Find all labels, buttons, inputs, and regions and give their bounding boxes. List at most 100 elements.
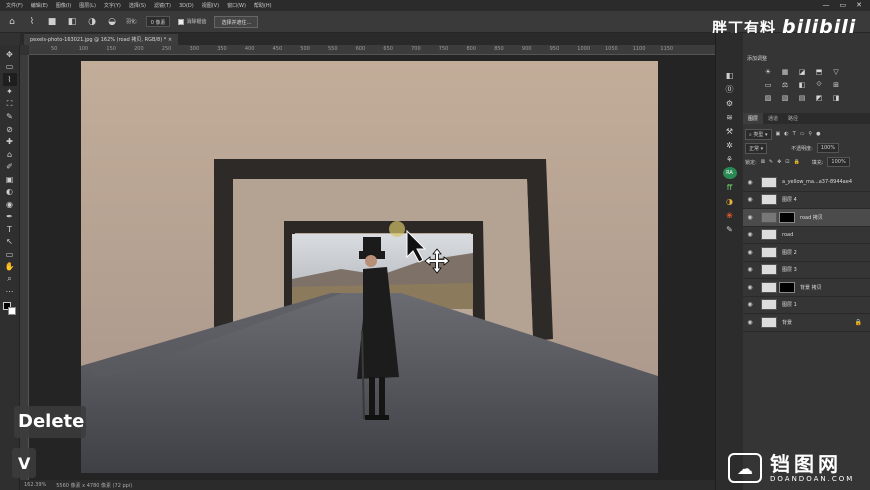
background-color[interactable] xyxy=(7,307,16,315)
home-icon[interactable]: ⌂ xyxy=(6,16,18,28)
adjustment-icon[interactable]: ▽ xyxy=(831,67,841,76)
filter-type-icon[interactable]: T xyxy=(793,131,796,137)
menu-item[interactable]: 视图(V) xyxy=(202,2,219,9)
visibility-eye-icon[interactable]: ◉ xyxy=(745,249,755,256)
zoom-level[interactable]: 162.39% xyxy=(24,482,46,488)
adjustment-icon[interactable]: ⟐ xyxy=(814,80,824,89)
brush-tool-icon[interactable]: ⌂ xyxy=(3,148,17,161)
filter-toggle-icon[interactable]: ● xyxy=(816,131,820,137)
layer-name[interactable]: 背景 拷贝 xyxy=(800,284,822,291)
layer-thumbnail[interactable] xyxy=(761,281,777,293)
layer-name[interactable]: 图层 1 xyxy=(782,301,797,308)
frame-tool-icon[interactable]: ✎ xyxy=(3,111,17,124)
intersect-selection-icon[interactable]: ◒ xyxy=(106,16,118,28)
blur-tool-icon[interactable]: ✒ xyxy=(3,211,17,224)
adjustment-icon[interactable]: ▦ xyxy=(780,67,790,76)
layer-row[interactable]: ◉ 图层 3 xyxy=(743,262,870,279)
menu-item[interactable]: 文字(Y) xyxy=(104,2,121,9)
tab-layers[interactable]: 图层 xyxy=(743,113,764,124)
layer-thumbnail[interactable] xyxy=(761,264,777,276)
layer-name[interactable]: 图层 2 xyxy=(782,249,797,256)
adjustment-icon[interactable]: ☀ xyxy=(763,67,773,76)
dock-panel-icon[interactable]: ⚒ xyxy=(723,125,737,137)
new-selection-icon[interactable]: ■ xyxy=(46,16,58,28)
visibility-eye-icon[interactable]: ◉ xyxy=(745,214,755,221)
layer-filter-select[interactable]: ⌕ 类型 ▾ xyxy=(745,128,772,140)
layer-row[interactable]: ◉ 背景 🔒 xyxy=(743,314,870,332)
layer-thumbnail[interactable] xyxy=(761,211,777,223)
gradient-tool-icon[interactable]: ◉ xyxy=(3,198,17,211)
visibility-eye-icon[interactable]: ◉ xyxy=(745,301,755,308)
layer-thumbnail[interactable] xyxy=(761,299,777,311)
layer-name[interactable]: 图层 3 xyxy=(782,266,797,273)
filter-shape-icon[interactable]: ▭ xyxy=(800,131,805,137)
adjustment-icon[interactable]: ⬒ xyxy=(814,67,824,76)
opacity-input[interactable]: 100% xyxy=(816,143,840,153)
filter-adjust-icon[interactable]: ◐ xyxy=(784,131,788,137)
menu-item[interactable]: 图像(I) xyxy=(56,2,71,9)
layer-thumbnail[interactable] xyxy=(761,316,777,328)
adjustment-icon[interactable]: ◧ xyxy=(797,80,807,89)
type-tool-icon[interactable]: ▭ xyxy=(3,248,17,261)
minimize-button[interactable]: — xyxy=(823,1,830,9)
marquee-tool-icon[interactable]: ▭ xyxy=(3,61,17,74)
menu-item[interactable]: 3D(D) xyxy=(179,3,194,9)
dodge-tool-icon[interactable]: T xyxy=(3,223,17,236)
fill-input[interactable]: 100% xyxy=(827,157,850,167)
dock-panel-icon[interactable]: ff xyxy=(723,181,737,193)
layer-row[interactable]: ◉ 图层 4 xyxy=(743,192,870,209)
dock-panel-icon[interactable]: RA xyxy=(722,167,737,179)
tab-paths[interactable]: 路径 xyxy=(783,113,803,124)
lock-paint-icon[interactable]: ✎ xyxy=(769,159,773,165)
layer-mask-thumbnail[interactable] xyxy=(779,211,795,223)
maximize-button[interactable]: ▭ xyxy=(840,1,847,9)
antialias-checkbox[interactable]: 消除锯齿 xyxy=(178,18,206,25)
dock-panel-icon[interactable]: ❀ xyxy=(723,209,737,221)
document-tab[interactable]: pexels-photo-163021.jpg @ 162% (road 拷贝,… xyxy=(24,34,179,45)
horizontal-ruler[interactable]: 50 100 150 200 250 300 350 400 450 500 550 600 650 70… xyxy=(29,45,715,55)
stamp-tool-icon[interactable]: ✐ xyxy=(3,161,17,174)
adjustment-icon[interactable]: ◪ xyxy=(797,67,807,76)
crop-tool-icon[interactable]: ⛶ xyxy=(3,98,17,111)
menu-item[interactable]: 窗口(W) xyxy=(227,2,246,9)
subtract-selection-icon[interactable]: ◑ xyxy=(86,16,98,28)
history-brush-tool-icon[interactable]: ▣ xyxy=(3,173,17,186)
lock-all-icon[interactable]: 🔒 xyxy=(794,159,800,165)
color-swatches[interactable] xyxy=(2,302,17,316)
layer-name[interactable]: 背景 xyxy=(782,319,792,326)
dock-panel-icon[interactable]: ✲ xyxy=(723,139,737,151)
visibility-eye-icon[interactable]: ◉ xyxy=(745,196,755,203)
eyedropper-tool-icon[interactable]: ⊘ xyxy=(3,123,17,136)
select-and-mask-button[interactable]: 选择并遮住... xyxy=(214,15,259,28)
layer-name[interactable]: road xyxy=(782,232,793,238)
layer-thumbnail[interactable] xyxy=(761,176,777,188)
layer-row[interactable]: ◉ 背景 拷贝 xyxy=(743,279,870,297)
tab-channels[interactable]: 通道 xyxy=(763,113,783,124)
adjustment-icon[interactable]: ▨ xyxy=(763,93,773,102)
menu-item[interactable]: 滤镜(T) xyxy=(154,2,171,9)
dock-panel-icon[interactable]: ✎ xyxy=(723,223,737,235)
adjustment-icon[interactable]: ▤ xyxy=(797,93,807,102)
adjustment-icon[interactable]: ◩ xyxy=(814,93,824,102)
dock-panel-icon[interactable]: ⓪ xyxy=(723,83,737,95)
dock-panel-icon[interactable]: ⚘ xyxy=(723,153,737,165)
layer-mask-thumbnail[interactable] xyxy=(779,281,795,293)
menu-item[interactable]: 文件(F) xyxy=(6,2,23,9)
layer-row[interactable]: ◉ road xyxy=(743,227,870,244)
move-tool-icon[interactable]: ✥ xyxy=(3,48,17,61)
visibility-eye-icon[interactable]: ◉ xyxy=(745,319,755,326)
quick-select-tool-icon[interactable]: ✦ xyxy=(3,86,17,99)
dock-panel-icon[interactable]: ◧ xyxy=(723,69,737,81)
lock-pixels-icon[interactable]: ⊠ xyxy=(761,159,765,165)
visibility-eye-icon[interactable]: ◉ xyxy=(745,284,755,291)
blend-mode-select[interactable]: 正常 ▾ xyxy=(745,142,768,154)
document-canvas[interactable] xyxy=(81,61,658,473)
adjustment-icon[interactable]: ⊞ xyxy=(831,80,841,89)
filter-pixel-icon[interactable]: ▣ xyxy=(776,131,781,137)
eraser-tool-icon[interactable]: ◐ xyxy=(3,186,17,199)
dock-panel-icon[interactable]: ⚙ xyxy=(723,97,737,109)
lock-artboard-icon[interactable]: ⊡ xyxy=(785,159,789,165)
tab-close-icon[interactable]: × xyxy=(168,37,172,43)
visibility-eye-icon[interactable]: ◉ xyxy=(745,266,755,273)
adjustment-icon[interactable]: ▭ xyxy=(763,80,773,89)
